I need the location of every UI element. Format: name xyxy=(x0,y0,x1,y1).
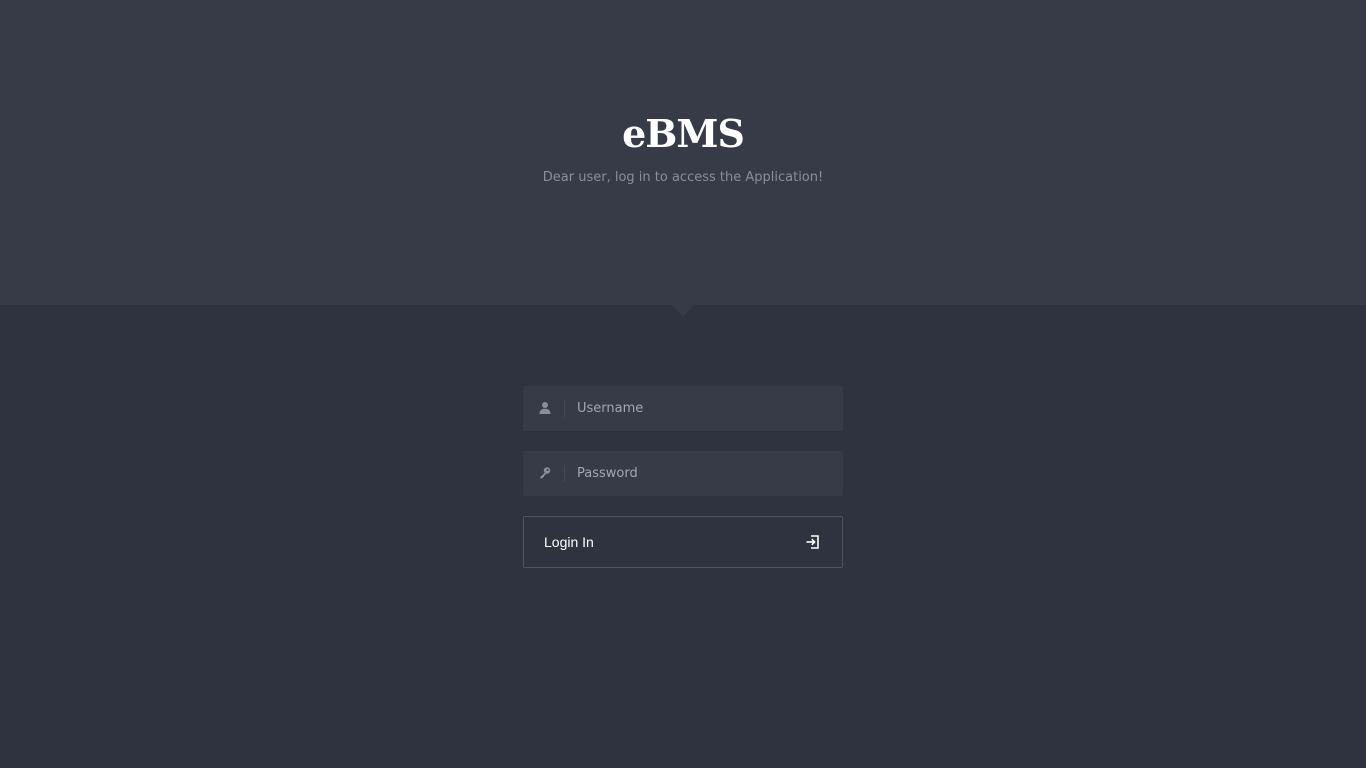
app-title: eBMS xyxy=(622,111,745,156)
header-pointer xyxy=(672,305,694,317)
login-button[interactable]: Login In xyxy=(523,516,843,568)
user-icon xyxy=(537,400,553,416)
password-input[interactable] xyxy=(577,451,833,496)
field-divider xyxy=(564,400,565,417)
login-header: eBMS Dear user, log in to access the App… xyxy=(0,0,1366,305)
key-icon xyxy=(537,465,553,481)
field-divider xyxy=(564,465,565,482)
password-field[interactable] xyxy=(523,451,843,496)
login-button-label: Login In xyxy=(544,534,594,550)
sign-in-icon xyxy=(804,533,822,551)
username-input[interactable] xyxy=(577,386,833,431)
login-subtitle: Dear user, log in to access the Applicat… xyxy=(542,170,824,185)
username-field[interactable] xyxy=(523,386,843,431)
